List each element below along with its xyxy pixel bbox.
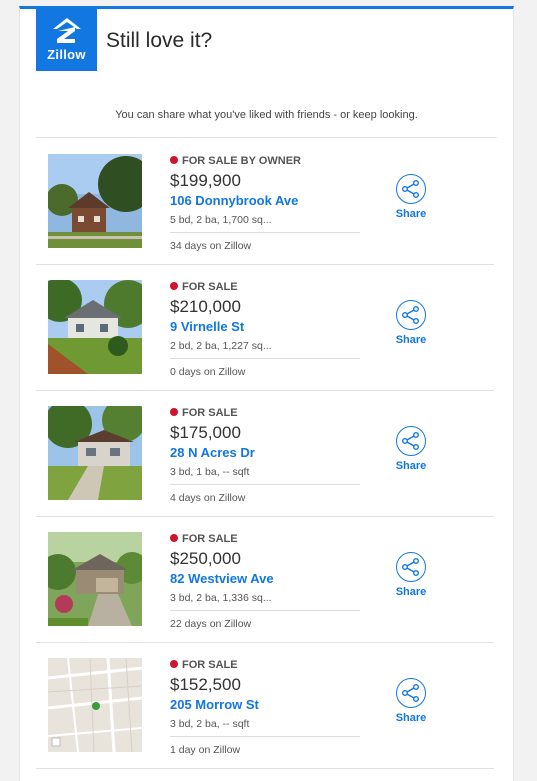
status-dot-icon — [170, 408, 178, 416]
listing-map-thumbnail[interactable] — [48, 658, 142, 752]
listing-info: FOR SALE BY OWNER $199,900 106 Donnybroo… — [170, 154, 360, 253]
status-label: FOR SALE — [182, 281, 238, 293]
listing-info: FOR SALE $250,000 82 Westview Ave 3 bd, … — [170, 532, 360, 631]
share-label[interactable]: Share — [394, 334, 428, 346]
status-dot-icon — [170, 282, 178, 290]
listing-address-link[interactable]: 106 Donnybrook Ave — [170, 193, 360, 209]
share-label[interactable]: Share — [394, 460, 428, 472]
listing-item[interactable]: FOR SALE $175,000 28 N Acres Dr 3 bd, 1 … — [36, 390, 494, 517]
share-icon[interactable] — [396, 678, 426, 708]
share-icon[interactable] — [396, 552, 426, 582]
zillow-logo[interactable]: Zillow — [36, 9, 97, 71]
listing-item[interactable]: FOR SALE $210,000 9 Virnelle St 2 bd, 2 … — [36, 264, 494, 391]
listing-price: $250,000 — [170, 549, 241, 568]
listing-status: FOR SALE — [170, 406, 360, 420]
listing-info: FOR SALE $152,500 205 Morrow St 3 bd, 2 … — [170, 658, 360, 757]
listing-price: $210,000 — [170, 297, 241, 316]
share-button[interactable]: Share — [394, 678, 428, 724]
listing-photo[interactable] — [48, 280, 142, 374]
listing-price: $199,900 — [170, 171, 241, 190]
email-card: Zillow Still love it? You can share what… — [19, 6, 514, 781]
share-label[interactable]: Share — [394, 712, 428, 724]
share-icon[interactable] — [396, 426, 426, 456]
listing-address-link[interactable]: 82 Westview Ave — [170, 571, 360, 587]
logo-wordmark: Zillow — [47, 47, 86, 62]
listing-status: FOR SALE — [170, 532, 360, 546]
listing-days: 34 days on Zillow — [170, 240, 252, 252]
listing-status: FOR SALE BY OWNER — [170, 154, 360, 168]
status-label: FOR SALE — [182, 407, 238, 419]
listing-item[interactable]: FOR SALE $152,500 205 Morrow St 3 bd, 2 … — [36, 642, 494, 769]
listing-price: $152,500 — [170, 675, 241, 694]
listing-facts: 2 bd, 2 ba, 1,227 sq... — [170, 340, 360, 359]
listing-address-link[interactable]: 9 Virnelle St — [170, 319, 360, 335]
intro-text: You can share what you've liked with fri… — [115, 109, 418, 121]
status-dot-icon — [170, 660, 178, 668]
share-button[interactable]: Share — [394, 300, 428, 346]
listing-item[interactable]: FOR SALE BY OWNER $199,900 106 Donnybroo… — [36, 138, 494, 265]
listing-info: FOR SALE $210,000 9 Virnelle St 2 bd, 2 … — [170, 280, 360, 379]
listing-status: FOR SALE — [170, 280, 360, 294]
header: Zillow Still love it? — [20, 9, 513, 71]
listing-info: FOR SALE $175,000 28 N Acres Dr 3 bd, 1 … — [170, 406, 360, 505]
share-button[interactable]: Share — [394, 552, 428, 598]
share-icon[interactable] — [396, 174, 426, 204]
listing-days: 22 days on Zillow — [170, 618, 252, 630]
listing-photo[interactable] — [48, 532, 142, 626]
status-dot-icon — [170, 534, 178, 542]
listing-status: FOR SALE — [170, 658, 360, 672]
status-label: FOR SALE BY OWNER — [182, 155, 301, 167]
share-button[interactable]: Share — [394, 426, 428, 472]
listing-facts: 5 bd, 2 ba, 1,700 sq... — [170, 214, 360, 233]
listing-item[interactable]: FOR SALE $250,000 82 Westview Ave 3 bd, … — [36, 516, 494, 643]
listing-facts: 3 bd, 1 ba, -- sqft — [170, 466, 360, 485]
share-icon[interactable] — [396, 300, 426, 330]
status-dot-icon — [170, 156, 178, 164]
listing-price: $175,000 — [170, 423, 241, 442]
listing-facts: 3 bd, 2 ba, 1,336 sq... — [170, 592, 360, 611]
listing-address-link[interactable]: 28 N Acres Dr — [170, 445, 360, 461]
status-label: FOR SALE — [182, 659, 238, 671]
zillow-z-icon — [53, 18, 81, 43]
page-title: Still love it? — [106, 29, 213, 52]
share-button[interactable]: Share — [394, 174, 428, 220]
listing-address-link[interactable]: 205 Morrow St — [170, 697, 360, 713]
share-label[interactable]: Share — [394, 208, 428, 220]
share-label[interactable]: Share — [394, 586, 428, 598]
listing-photo[interactable] — [48, 154, 142, 248]
status-label: FOR SALE — [182, 533, 238, 545]
listing-facts: 3 bd, 2 ba, -- sqft — [170, 718, 360, 737]
listing-photo[interactable] — [48, 406, 142, 500]
listing-days: 1 day on Zillow — [170, 744, 241, 756]
listing-days: 4 days on Zillow — [170, 492, 246, 504]
listing-days: 0 days on Zillow — [170, 366, 246, 378]
